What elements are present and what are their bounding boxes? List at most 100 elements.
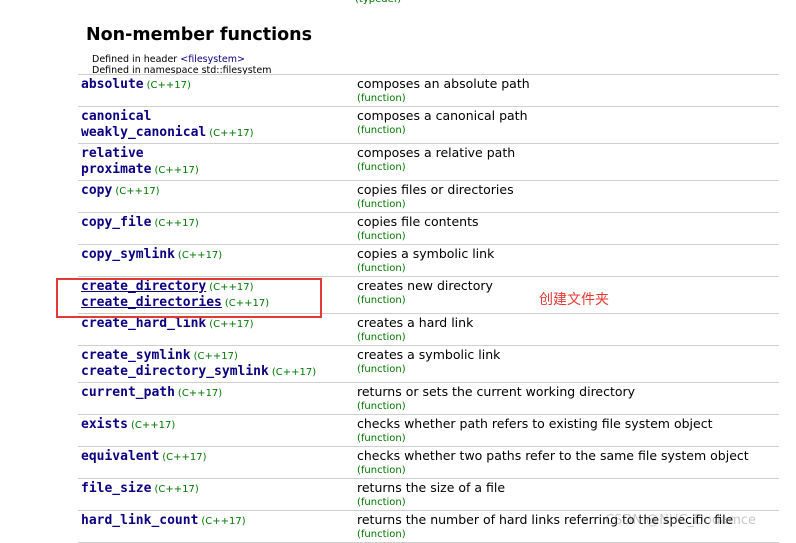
function-name-line: copy_symlink (C++17) (81, 247, 353, 263)
function-desc-cell: returns the size of a file (function) (353, 478, 779, 511)
function-kind: (function) (357, 93, 406, 104)
version-tag: (C++17) (209, 128, 254, 139)
function-kind: (function) (357, 529, 406, 540)
function-description: copies files or directories (357, 182, 514, 197)
function-link[interactable]: current_path (81, 385, 175, 400)
version-tag: (C++17) (177, 250, 223, 261)
function-name-line: equivalent (C++17) (81, 449, 353, 465)
function-description: checks whether two paths refer to the sa… (357, 448, 749, 463)
function-name-line: canonical (81, 109, 353, 125)
function-description: checks whether path refers to existing f… (357, 416, 713, 431)
function-description: copies file contents (357, 214, 479, 229)
version-tag: (C++17) (209, 319, 254, 330)
function-link[interactable]: create_symlink (81, 348, 191, 363)
version-tag: (C++17) (146, 80, 191, 91)
function-desc-cell: composes a relative path (function) (353, 143, 779, 181)
function-row: create_symlink (C++17) create_directory_sy… (78, 345, 779, 383)
function-link[interactable]: hard_link_count (81, 513, 198, 528)
function-name-cell: exists (C++17) (78, 414, 353, 447)
function-name-line: copy_file (C++17) (81, 215, 353, 231)
function-row: copy_symlink (C++17) copies a symbolic lin… (78, 244, 779, 277)
function-name-line: create_symlink (C++17) (81, 348, 353, 364)
defined-in-header: Defined in header <filesystem> (92, 54, 272, 65)
function-desc-cell: composes an absolute path (function) (353, 74, 779, 107)
function-name-cell: equivalent (C++17) (78, 446, 353, 479)
version-tag: (C++17) (154, 484, 199, 495)
function-name-line: copy (C++17) (81, 183, 353, 199)
function-description: composes a relative path (357, 145, 516, 160)
function-desc-cell: copies files or directories (function) (353, 180, 779, 213)
function-kind: (function) (357, 199, 406, 210)
function-row: equivalent (C++17) checks whether two path… (78, 446, 779, 479)
function-desc-cell: copies a symbolic link (function) (353, 244, 779, 277)
function-link[interactable]: copy (81, 183, 112, 198)
function-link[interactable]: copy_file (81, 215, 151, 230)
function-desc-cell: checks whether path refers to existing f… (353, 414, 779, 447)
function-kind: (function) (357, 497, 406, 508)
function-link[interactable]: proximate (81, 162, 151, 177)
function-link[interactable]: equivalent (81, 449, 159, 464)
function-name-cell: canonical weakly_canonical (C++17) (78, 106, 353, 144)
function-description: returns or sets the current working dire… (357, 384, 636, 399)
function-link[interactable]: file_size (81, 481, 151, 496)
function-name-line: absolute (C++17) (81, 77, 353, 93)
function-desc-cell: composes a canonical path (function) (353, 106, 779, 144)
version-tag: (C++17) (154, 165, 199, 176)
function-link[interactable]: create_directory_symlink (81, 364, 269, 379)
function-kind: (function) (357, 433, 406, 444)
function-name-line: weakly_canonical (C++17) (81, 125, 353, 141)
header-link[interactable]: <filesystem> (180, 54, 245, 65)
function-row: absolute (C++17) composes an absolute path… (78, 74, 779, 107)
function-name-cell: copy_file (C++17) (78, 212, 353, 245)
function-name-line: create_hard_link (C++17) (81, 316, 353, 332)
function-description: composes a canonical path (357, 108, 528, 123)
function-desc-cell: creates a hard link (function) (353, 313, 779, 346)
function-name-line: hard_link_count (C++17) (81, 513, 353, 529)
annotation-note: 创建文件夹 (539, 292, 609, 308)
version-tag: (C++17) (193, 351, 238, 362)
function-name-line: current_path (C++17) (81, 385, 353, 401)
function-name-cell: current_path (C++17) (78, 382, 353, 415)
function-row: create_hard_link (C++17) creates a hard li… (78, 313, 779, 346)
function-kind: (function) (357, 401, 406, 412)
function-link[interactable]: create_hard_link (81, 316, 206, 331)
function-kind: (function) (357, 364, 406, 375)
function-description: creates a hard link (357, 315, 474, 330)
function-name-cell: create_hard_link (C++17) (78, 313, 353, 346)
function-kind: (function) (357, 162, 406, 173)
function-row: relative proximate (C++17) composes a relat… (78, 143, 779, 181)
function-name-line: file_size (C++17) (81, 481, 353, 497)
function-name-cell: file_size (C++17) (78, 478, 353, 511)
function-description: composes an absolute path (357, 76, 530, 91)
function-row: current_path (C++17) returns or sets the c… (78, 382, 779, 415)
function-kind: (function) (357, 263, 406, 274)
function-desc-cell: copies file contents (function) (353, 212, 779, 245)
function-name-line: exists (C++17) (81, 417, 353, 433)
version-tag: (C++17) (130, 420, 176, 431)
function-link[interactable]: canonical (81, 109, 151, 124)
function-link[interactable]: weakly_canonical (81, 125, 206, 140)
function-description: returns the size of a file (357, 480, 506, 495)
function-name-cell: copy_symlink (C++17) (78, 244, 353, 277)
defined-in-block: Defined in header <filesystem> Defined i… (92, 54, 272, 76)
function-link[interactable]: relative (81, 146, 144, 161)
function-link[interactable]: absolute (81, 77, 144, 92)
version-tag: (C++17) (201, 516, 246, 527)
function-link[interactable]: copy_symlink (81, 247, 175, 262)
function-kind: (function) (357, 125, 406, 136)
version-tag: (C++17) (154, 218, 199, 229)
function-description: creates a symbolic link (357, 347, 501, 362)
section-heading: Non-member functions (86, 25, 313, 45)
function-row: canonical weakly_canonical (C++17) composes… (78, 106, 779, 144)
function-name-cell: create_symlink (C++17) create_directory_sy… (78, 345, 353, 383)
watermark: CSDN @NUC_Dodamce (605, 513, 757, 528)
function-name-line: proximate (C++17) (81, 162, 353, 178)
function-name-line: relative (81, 146, 353, 162)
version-tag: (C++17) (115, 186, 160, 197)
highlight-box (56, 278, 322, 318)
function-desc-cell: checks whether two paths refer to the sa… (353, 446, 779, 479)
function-link[interactable]: exists (81, 417, 128, 432)
version-tag: (C++17) (177, 388, 223, 399)
function-name-cell: copy (C++17) (78, 180, 353, 213)
function-name-cell: relative proximate (C++17) (78, 143, 353, 181)
